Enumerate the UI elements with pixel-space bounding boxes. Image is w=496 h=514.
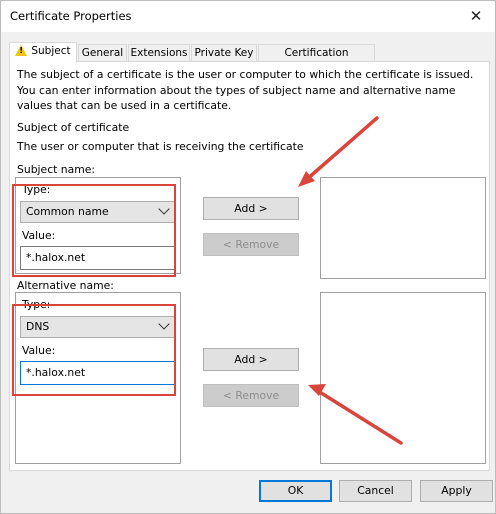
alternative-name-label: Alternative name: — [17, 279, 114, 292]
tab-private-key[interactable]: Private Key — [191, 44, 257, 61]
alt-add-button[interactable]: Add > — [203, 348, 299, 371]
subject-of-certificate-heading: Subject of certificate — [17, 121, 130, 134]
subject-value-label: Value: — [22, 229, 56, 242]
subject-of-certificate-subtext: The user or computer that is receiving t… — [17, 140, 304, 153]
alternative-name-list[interactable] — [320, 292, 486, 464]
tab-general[interactable]: General — [78, 44, 127, 61]
warning-icon — [15, 45, 28, 56]
tab-extensions[interactable]: Extensions — [128, 44, 190, 61]
chevron-down-icon — [158, 318, 170, 330]
subject-name-label: Subject name: — [17, 163, 96, 176]
description-text: The subject of a certificate is the user… — [17, 68, 474, 112]
subject-type-label: Type: — [22, 183, 51, 196]
subject-name-list[interactable] — [320, 177, 486, 279]
subject-value-input[interactable]: *.halox.net — [20, 246, 175, 270]
alt-type-label: Type: — [22, 298, 51, 311]
alt-value-label: Value: — [22, 344, 56, 357]
close-icon[interactable]: ✕ — [466, 6, 486, 26]
alt-type-dropdown[interactable]: DNS — [20, 316, 175, 338]
apply-button[interactable]: Apply — [420, 480, 493, 502]
window-title: Certificate Properties — [10, 9, 132, 23]
chevron-down-icon — [158, 203, 170, 215]
tab-certification-authority[interactable]: Certification Authority — [258, 44, 375, 76]
subject-add-button[interactable]: Add > — [203, 197, 299, 220]
subject-remove-button[interactable]: < Remove — [203, 233, 299, 256]
cancel-button[interactable]: Cancel — [339, 480, 412, 502]
alt-value-input[interactable]: *.halox.net — [20, 361, 175, 385]
alt-remove-button[interactable]: < Remove — [203, 384, 299, 407]
subject-type-dropdown[interactable]: Common name — [20, 201, 175, 223]
ok-button[interactable]: OK — [259, 480, 332, 502]
tab-subject[interactable]: Subject — [9, 42, 77, 63]
